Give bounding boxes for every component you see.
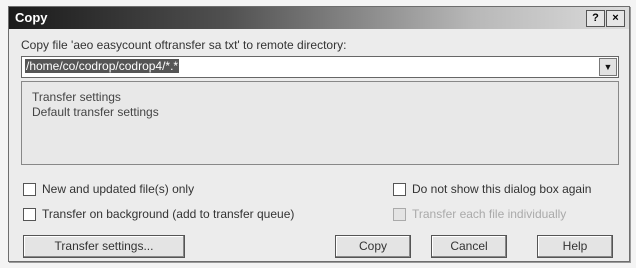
help-title-button[interactable]: ? — [586, 10, 605, 27]
question-icon: ? — [592, 12, 599, 24]
transfer-settings-button[interactable]: Transfer settings... — [23, 235, 185, 258]
title-bar[interactable]: Copy ? × — [9, 7, 629, 29]
close-icon: × — [612, 12, 619, 24]
checkbox-box[interactable] — [23, 183, 36, 196]
dont-show-again-label[interactable]: Do not show this dialog box again — [412, 182, 591, 196]
chevron-down-icon[interactable]: ▼ — [599, 58, 617, 76]
window-title: Copy — [15, 10, 48, 25]
copy-button[interactable]: Copy — [335, 235, 411, 258]
transfer-individually-label: Transfer each file individually — [412, 207, 567, 221]
close-button[interactable]: × — [606, 10, 625, 27]
transfer-settings-panel: Transfer settings Default transfer setti… — [21, 81, 619, 165]
new-updated-only-label[interactable]: New and updated file(s) only — [42, 182, 194, 196]
copy-dialog: Copy ? × Copy file 'aeo easycount oftran… — [8, 6, 630, 262]
checkbox-box — [393, 208, 406, 221]
copy-prompt-label: Copy file 'aeo easycount oftransfer sa t… — [21, 38, 347, 52]
transfer-background-label[interactable]: Transfer on background (add to transfer … — [42, 207, 294, 221]
help-button[interactable]: Help — [537, 235, 613, 258]
transfer-settings-heading: Transfer settings — [32, 90, 121, 104]
cancel-button[interactable]: Cancel — [431, 235, 507, 258]
transfer-settings-value: Default transfer settings — [32, 105, 159, 119]
checkbox-box[interactable] — [23, 208, 36, 221]
target-directory-combobox[interactable]: /home/co/codrop/codrop4/*.* ▼ — [21, 56, 619, 78]
target-directory-value[interactable]: /home/co/codrop/codrop4/*.* — [25, 59, 180, 73]
checkbox-box[interactable] — [393, 183, 406, 196]
